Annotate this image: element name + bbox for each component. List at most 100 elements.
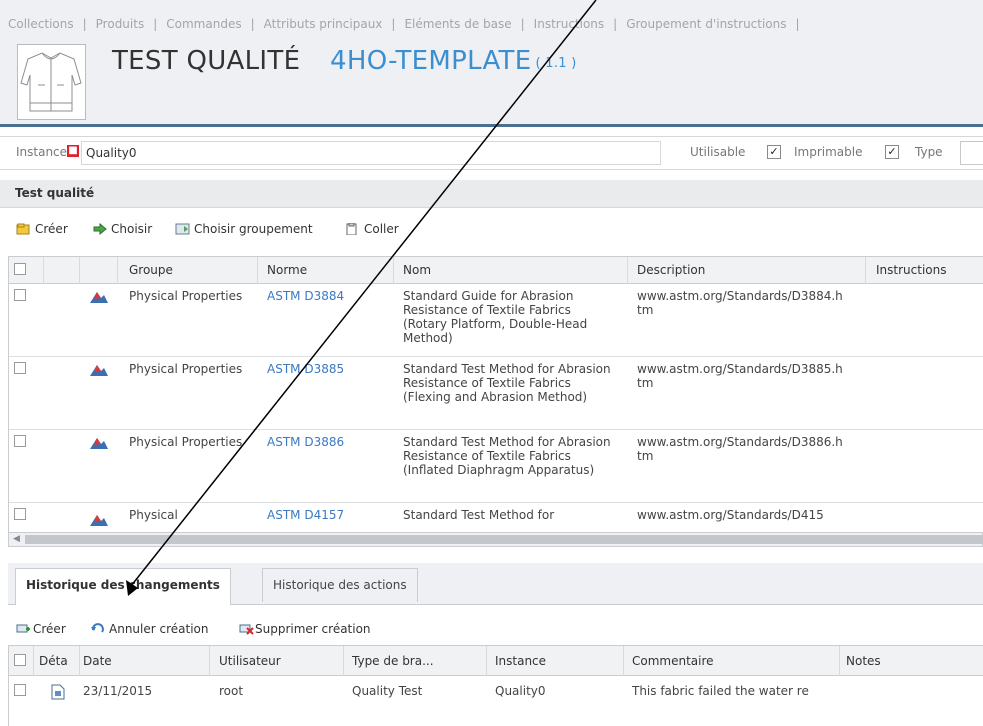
cell-instance: Quality0 [495,684,546,698]
column-notes[interactable]: Notes [846,654,881,668]
cell-groupe: Physical Properties [129,289,243,303]
nav-collections[interactable]: Collections [8,17,74,31]
column-groupe[interactable]: Groupe [129,263,173,277]
column-type[interactable]: Type de bra... [352,654,434,668]
cell-groupe: Physical Properties [129,362,243,376]
template-name[interactable]: 4HO-TEMPLATE [330,46,531,76]
nav-separator: | [82,17,87,31]
delete-creation-button[interactable]: Supprimer création [239,622,371,636]
column-norme[interactable]: Norme [267,263,307,277]
test-qualite-toolbar: Créer Choisir Choisir groupement Coller [0,218,983,244]
cell-norme-link[interactable]: ASTM D3886 [267,435,344,449]
column-description[interactable]: Description [637,263,705,277]
undo-creation-button[interactable]: Annuler création [90,622,208,636]
column-divider [839,646,840,676]
history-grid: Déta Date Utilisateur Type de bra... Ins… [8,645,983,726]
choose-label: Choisir [111,222,153,236]
template-title[interactable]: 4HO-TEMPLATE ( 1.1 ) [330,46,577,76]
column-divider [79,257,80,284]
choose-group-icon [175,223,190,235]
create-button[interactable]: Créer [16,222,68,236]
delete-creation-label: Supprimer création [255,622,371,636]
jacket-icon [20,52,82,112]
table-row[interactable]: 23/11/2015 root Quality Test Quality0 Th… [9,676,983,726]
scrollbar-thumb[interactable] [25,535,983,544]
table-row[interactable]: Physical Properties ASTM D3885 Standard … [9,357,983,430]
column-divider [117,257,118,284]
jacket-thumbnail[interactable] [17,44,86,120]
nav-groupement-instructions[interactable]: Groupement d'instructions [626,17,786,31]
test-qualite-title: Test qualité [15,186,95,200]
cell-groupe: Physical [129,508,178,522]
row-checkbox[interactable] [14,508,26,520]
choose-group-button[interactable]: Choisir groupement [175,222,313,236]
history-create-button[interactable]: Créer [16,622,66,636]
row-checkbox[interactable] [14,684,26,696]
choose-button[interactable]: Choisir [92,222,152,236]
column-nom[interactable]: Nom [403,263,431,277]
cell-norme-link[interactable]: ASTM D4157 [267,508,344,522]
column-divider [343,646,344,676]
select-all-checkbox[interactable] [14,654,26,666]
column-commentaire[interactable]: Commentaire [632,654,714,668]
nav-instructions[interactable]: Instructions [534,17,604,31]
table-row[interactable]: Physical Properties ASTM D3886 Standard … [9,430,983,503]
cell-nom: Standard Test Method for Abrasion Resist… [403,435,611,477]
paste-button[interactable]: Coller [345,222,399,236]
cell-utilisateur: root [219,684,244,698]
test-qualite-grid: Groupe Norme Nom Description Instruction… [8,256,983,533]
cell-description: www.astm.org/Standards/D3886.htm [637,435,843,463]
cell-date: 23/11/2015 [83,684,153,698]
nav-separator: | [795,17,800,31]
template-version: ( 1.1 ) [535,56,577,71]
undo-icon [91,623,104,633]
table-row[interactable]: Physical ASTM D4157 Standard Test Method… [9,503,983,532]
row-checkbox[interactable] [14,289,26,301]
required-icon: ■ [67,145,79,157]
column-date[interactable]: Date [83,654,112,668]
row-checkbox[interactable] [14,362,26,374]
nav-separator: | [520,17,525,31]
column-divider [209,646,210,676]
utilisable-checkbox[interactable]: ✓ [767,145,781,159]
column-utilisateur[interactable]: Utilisateur [219,654,281,668]
cell-commentaire: This fabric failed the water re [632,684,809,698]
column-divider [257,257,258,284]
tab-historique-actions[interactable]: Historique des actions [262,568,418,602]
nav-commandes[interactable]: Commandes [166,17,241,31]
scroll-left-icon[interactable]: ◀ [13,534,20,544]
imprimable-label: Imprimable [794,145,863,159]
cell-norme-link[interactable]: ASTM D3884 [267,289,344,303]
horizontal-scrollbar[interactable]: ◀ [8,533,983,547]
type-input[interactable] [960,141,983,165]
cell-nom: Standard Test Method for [403,508,555,522]
column-instance[interactable]: Instance [495,654,546,668]
paste-label: Coller [364,222,399,236]
nav-separator: | [613,17,618,31]
table-row[interactable]: Physical Properties ASTM D3884 Standard … [9,284,983,357]
utilisable-label: Utilisable [690,145,746,159]
paste-icon [346,223,357,235]
instance-input[interactable] [81,141,661,165]
create-icon [16,624,30,633]
cell-norme-link[interactable]: ASTM D3885 [267,362,344,376]
nav-attributs-principaux[interactable]: Attributs principaux [264,17,383,31]
nav-produits[interactable]: Produits [96,17,145,31]
imprimable-checkbox[interactable]: ✓ [885,145,899,159]
nav-separator: | [153,17,158,31]
nav-separator: | [391,17,396,31]
column-divider [43,257,44,284]
nav-elements-de-base[interactable]: Eléments de base [404,17,511,31]
top-navigation: Collections | Produits | Commandes | Attributs… [8,17,809,33]
tab-historique-changements[interactable]: Historique des changements [15,568,231,605]
row-checkbox[interactable] [14,435,26,447]
cell-type: Quality Test [352,684,423,698]
column-detail[interactable]: Déta [39,654,68,668]
nav-separator: | [250,17,255,31]
select-all-checkbox[interactable] [14,263,26,275]
column-divider [865,257,866,284]
document-icon[interactable] [51,684,65,700]
group-mountain-icon [90,365,108,376]
column-instructions[interactable]: Instructions [876,263,946,277]
group-mountain-icon [90,515,108,526]
